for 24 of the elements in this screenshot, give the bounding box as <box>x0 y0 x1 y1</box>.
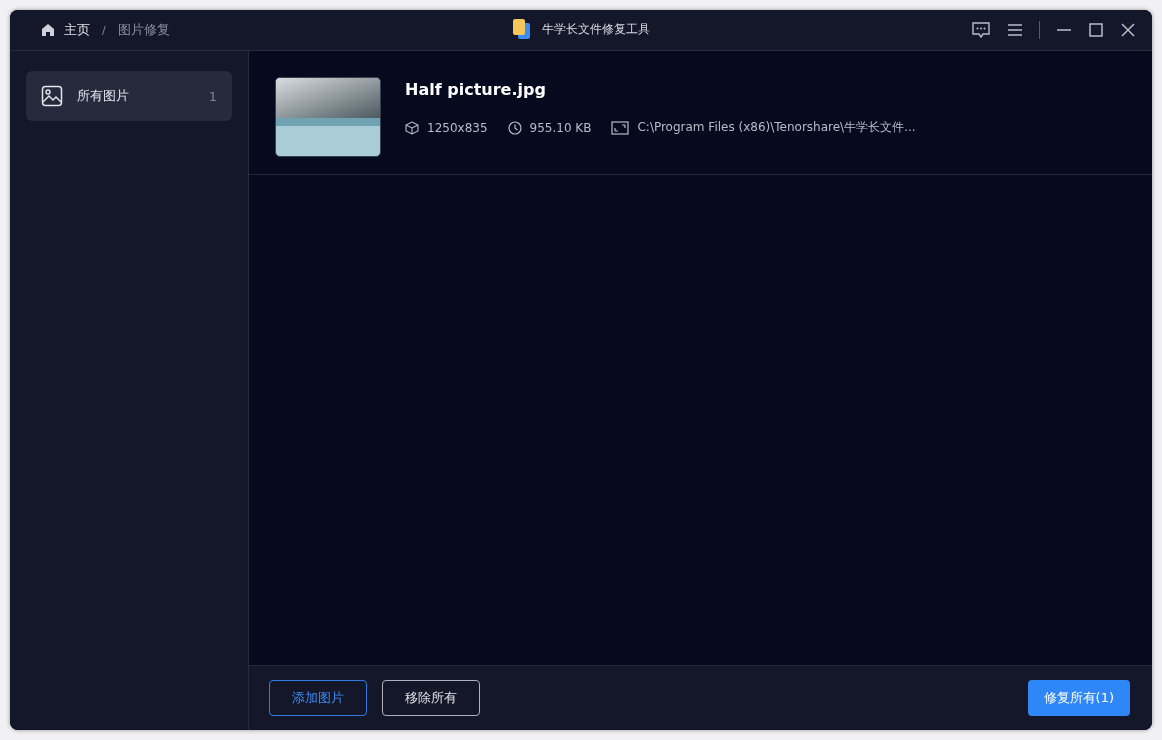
home-link[interactable]: 主页 <box>64 21 90 39</box>
home-icon[interactable] <box>40 22 56 38</box>
feedback-icon[interactable] <box>971 21 991 39</box>
app-logo-icon <box>512 18 532 40</box>
maximize-icon[interactable] <box>1088 22 1104 38</box>
image-icon <box>41 85 63 107</box>
breadcrumb-current: 图片修复 <box>117 21 170 39</box>
breadcrumb-separator: / <box>102 23 106 37</box>
file-name: Half picture.jpg <box>405 80 547 99</box>
cube-icon <box>405 120 419 135</box>
window-title: 牛学长文件修复工具 <box>542 20 650 38</box>
clock-icon <box>507 120 522 135</box>
close-icon[interactable] <box>1120 22 1136 38</box>
file-path: C:\Program Files (x86)\Tenorshare\牛学长文件... <box>637 119 916 136</box>
resize-frame-icon <box>611 120 630 135</box>
repair-all-button[interactable]: 修复所有(1) <box>1027 680 1130 716</box>
file-dimensions: 1250x835 <box>427 120 488 135</box>
add-image-button[interactable]: 添加图片 <box>269 680 367 716</box>
sidebar-item[interactable]: 所有图片 1 <box>26 71 232 121</box>
file-size: 955.10 KB <box>529 120 592 135</box>
sidebar-item-label: 所有图片 <box>77 87 129 105</box>
sidebar-item-count: 1 <box>208 88 217 104</box>
remove-all-button[interactable]: 移除所有 <box>382 680 480 716</box>
menu-icon[interactable] <box>1007 23 1023 37</box>
